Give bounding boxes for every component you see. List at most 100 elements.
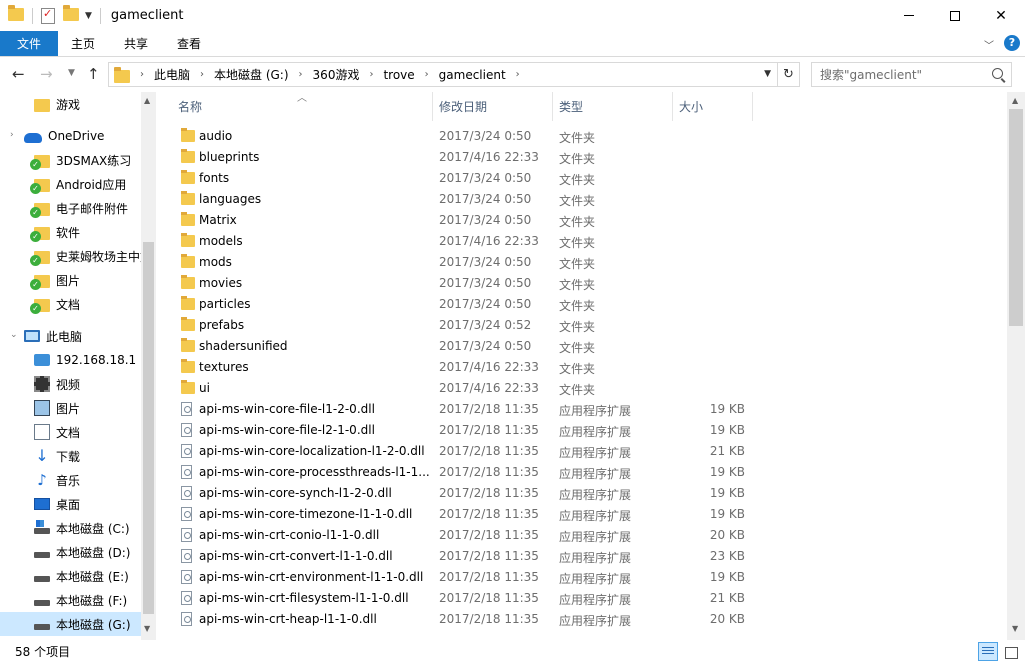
- chevron-right-icon[interactable]: ›: [140, 69, 144, 80]
- table-row[interactable]: shadersunified 2017/3/24 0:50 文件夹: [156, 336, 1007, 357]
- sidebar-item-email-attachments[interactable]: 电子邮件附件: [0, 196, 141, 220]
- file-type: 应用程序扩展: [559, 530, 632, 544]
- scroll-down-icon[interactable]: ▼: [144, 624, 150, 633]
- breadcrumb-360games[interactable]: 360游戏: [313, 66, 360, 83]
- chevron-right-icon[interactable]: ›: [425, 69, 429, 80]
- sidebar-item-downloads[interactable]: ↓ 下载: [0, 444, 141, 468]
- back-button[interactable]: ←: [12, 65, 25, 83]
- table-row[interactable]: blueprints 2017/4/16 22:33 文件夹: [156, 147, 1007, 168]
- scrollbar-thumb[interactable]: [143, 242, 154, 614]
- scrollbar-thumb[interactable]: [1009, 109, 1023, 326]
- large-icons-view-button[interactable]: [1000, 642, 1020, 661]
- details-view-button[interactable]: [978, 642, 998, 661]
- sidebar-item-onedrive-documents[interactable]: 文档: [0, 292, 141, 316]
- chevron-right-icon[interactable]: ›: [200, 69, 204, 80]
- tab-view[interactable]: 查看: [166, 31, 212, 56]
- sidebar-item-label: 本地磁盘 (F:): [56, 593, 128, 608]
- maximize-button[interactable]: [932, 0, 978, 31]
- search-input[interactable]: 搜索"gameclient": [811, 62, 1012, 87]
- sidebar-item-onedrive-pictures[interactable]: 图片: [0, 268, 141, 292]
- dll-file-icon: [181, 423, 192, 437]
- sidebar-item-desktop[interactable]: 桌面: [0, 492, 141, 516]
- up-button[interactable]: ↑: [87, 65, 100, 83]
- table-row[interactable]: prefabs 2017/3/24 0:52 文件夹: [156, 315, 1007, 336]
- table-row[interactable]: languages 2017/3/24 0:50 文件夹: [156, 189, 1007, 210]
- column-header-date[interactable]: 修改日期: [433, 92, 553, 121]
- table-row[interactable]: audio 2017/3/24 0:50 文件夹: [156, 126, 1007, 147]
- column-header-size[interactable]: 大小: [673, 92, 753, 121]
- table-row[interactable]: api-ms-win-core-file-l2-1-0.dll 2017/2/18…: [156, 420, 1007, 441]
- table-row[interactable]: api-ms-win-crt-conio-l1-1-0.dll 2017/2/18…: [156, 525, 1007, 546]
- help-icon[interactable]: ?: [1004, 35, 1020, 51]
- properties-icon[interactable]: [41, 7, 55, 24]
- sidebar-item-drive-d[interactable]: 本地磁盘 (D:): [0, 540, 141, 564]
- sidebar-item-documents[interactable]: 文档: [0, 420, 141, 444]
- chevron-right-icon[interactable]: ›: [369, 69, 373, 80]
- tab-share[interactable]: 共享: [112, 31, 160, 56]
- table-row[interactable]: models 2017/4/16 22:33 文件夹: [156, 231, 1007, 252]
- sidebar-item-3dsmax[interactable]: 3DSMAX练习: [0, 148, 141, 172]
- sidebar-item-games[interactable]: 游戏: [0, 92, 141, 116]
- table-row[interactable]: api-ms-win-core-file-l1-2-0.dll 2017/2/18…: [156, 399, 1007, 420]
- chevron-right-icon[interactable]: ›: [299, 69, 303, 80]
- breadcrumb-drive-g[interactable]: 本地磁盘 (G:): [214, 66, 289, 83]
- file-list-scrollbar[interactable]: ▲ ▼: [1007, 92, 1025, 640]
- nav-scrollbar[interactable]: ▲ ▼: [141, 92, 156, 640]
- file-type: 文件夹: [559, 215, 596, 229]
- sidebar-item-videos[interactable]: 视频: [0, 372, 141, 396]
- scroll-up-icon[interactable]: ▲: [144, 96, 150, 105]
- chevron-down-icon[interactable]: ▼: [764, 69, 771, 79]
- sidebar-item-onedrive[interactable]: OneDrive: [0, 124, 141, 148]
- table-row[interactable]: mods 2017/3/24 0:50 文件夹: [156, 252, 1007, 273]
- search-icon[interactable]: [992, 68, 1003, 79]
- minimize-button[interactable]: [886, 0, 932, 31]
- sidebar-item-label: 本地磁盘 (E:): [56, 569, 129, 584]
- column-header-type[interactable]: 类型: [553, 92, 673, 121]
- table-row[interactable]: fonts 2017/3/24 0:50 文件夹: [156, 168, 1007, 189]
- chevron-down-icon[interactable]: ▼: [85, 11, 92, 21]
- tab-file[interactable]: 文件: [0, 31, 58, 56]
- sidebar-item-drive-f[interactable]: 本地磁盘 (F:): [0, 588, 141, 612]
- table-row[interactable]: textures 2017/4/16 22:33 文件夹: [156, 357, 1007, 378]
- table-row[interactable]: api-ms-win-crt-environment-l1-1-0.dll 201…: [156, 567, 1007, 588]
- tab-home[interactable]: 主页: [58, 31, 108, 56]
- scroll-up-icon[interactable]: ▲: [1012, 96, 1018, 105]
- table-row[interactable]: movies 2017/3/24 0:50 文件夹: [156, 273, 1007, 294]
- sidebar-item-drive-g[interactable]: 本地磁盘 (G:): [0, 612, 141, 636]
- sidebar-item-android[interactable]: Android应用: [0, 172, 141, 196]
- table-row[interactable]: api-ms-win-crt-convert-l1-1-0.dll 2017/2/…: [156, 546, 1007, 567]
- scroll-down-icon[interactable]: ▼: [1012, 624, 1018, 633]
- new-folder-icon[interactable]: [63, 4, 79, 24]
- table-row[interactable]: api-ms-win-core-localization-l1-2-0.dll 2…: [156, 441, 1007, 462]
- sidebar-item-drive-e[interactable]: 本地磁盘 (E:): [0, 564, 141, 588]
- column-header-label: 类型: [559, 100, 584, 114]
- sidebar-item-this-pc[interactable]: 此电脑: [0, 324, 141, 348]
- table-row[interactable]: particles 2017/3/24 0:50 文件夹: [156, 294, 1007, 315]
- sidebar-item-music[interactable]: ♪ 音乐: [0, 468, 141, 492]
- table-row[interactable]: api-ms-win-crt-heap-l1-1-0.dll 2017/2/18 …: [156, 609, 1007, 630]
- sidebar-item-pictures[interactable]: 图片: [0, 396, 141, 420]
- forward-button[interactable]: →: [40, 65, 53, 83]
- table-row[interactable]: api-ms-win-core-processthreads-l1-1... 20…: [156, 462, 1007, 483]
- table-row[interactable]: api-ms-win-crt-filesystem-l1-1-0.dll 2017…: [156, 588, 1007, 609]
- recent-locations-button[interactable]: ▼: [68, 68, 75, 78]
- address-row: ← → ▼ ↑ › 此电脑 › 本地磁盘 (G:) › 360游戏 › trov…: [0, 57, 1025, 92]
- close-button[interactable]: ✕: [978, 0, 1024, 31]
- sidebar-item-drive-c[interactable]: 本地磁盘 (C:): [0, 516, 141, 540]
- chevron-right-icon[interactable]: ›: [516, 69, 520, 80]
- table-row[interactable]: api-ms-win-core-timezone-l1-1-0.dll 2017/…: [156, 504, 1007, 525]
- table-row[interactable]: Matrix 2017/3/24 0:50 文件夹: [156, 210, 1007, 231]
- refresh-button[interactable]: ↻: [778, 62, 800, 87]
- table-row[interactable]: api-ms-win-core-synch-l1-2-0.dll 2017/2/1…: [156, 483, 1007, 504]
- address-bar[interactable]: › 此电脑 › 本地磁盘 (G:) › 360游戏 › trove › game…: [108, 62, 778, 87]
- breadcrumb-trove[interactable]: trove: [383, 68, 414, 82]
- table-row[interactable]: ui 2017/4/16 22:33 文件夹: [156, 378, 1007, 399]
- breadcrumb-this-pc[interactable]: 此电脑: [154, 66, 190, 83]
- sidebar-item-slime-rancher[interactable]: 史莱姆牧场主中文: [0, 244, 141, 268]
- folder-icon: [34, 98, 50, 112]
- sidebar-item-software[interactable]: 软件: [0, 220, 141, 244]
- sidebar-item-network-drive[interactable]: 192.168.18.1: [0, 348, 141, 372]
- breadcrumb-gameclient[interactable]: gameclient: [439, 68, 506, 82]
- expand-ribbon-icon[interactable]: ﹀: [984, 37, 994, 52]
- column-header-name[interactable]: ︿ 名称: [156, 92, 433, 121]
